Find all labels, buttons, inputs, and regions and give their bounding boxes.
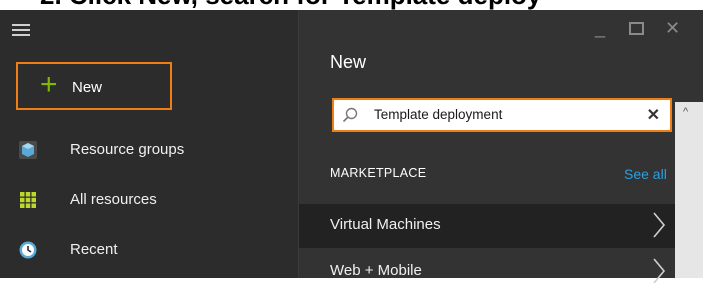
sidebar-item-label: Resource groups: [70, 141, 185, 158]
new-blade: _ ✕ New Template deployment ✕ MARKETPLAC…: [299, 10, 703, 284]
sidebar-item-label: Recent: [70, 241, 118, 258]
azure-portal: + New Resource groups All resources Rece…: [0, 10, 703, 284]
list-item-label: Virtual Machines: [330, 216, 441, 233]
sidebar: + New Resource groups All resources Rece…: [0, 10, 299, 278]
section-header-marketplace: MARKETPLACE: [330, 166, 427, 180]
list-item-label: Web + Mobile: [330, 262, 422, 279]
sidebar-item-resource-groups[interactable]: Resource groups: [18, 138, 288, 164]
search-input[interactable]: Template deployment ✕: [332, 98, 672, 132]
chevron-right-icon: [653, 212, 666, 238]
search-icon: [342, 107, 358, 123]
new-button[interactable]: + New: [16, 62, 172, 110]
instruction-caption: 2. Click New, search for Template deploy: [0, 0, 703, 10]
see-all-link[interactable]: See all: [624, 166, 667, 182]
blade-title: New: [330, 52, 367, 72]
list-item-web-mobile[interactable]: Web + Mobile: [299, 250, 675, 294]
search-value: Template deployment: [374, 107, 503, 122]
plus-icon: +: [40, 68, 58, 101]
chevron-right-icon: [653, 258, 666, 284]
new-button-label: New: [72, 79, 103, 96]
minimize-icon[interactable]: _: [595, 18, 605, 39]
resource-groups-icon: [19, 141, 37, 159]
maximize-icon[interactable]: [629, 22, 644, 35]
sidebar-item-label: All resources: [70, 191, 157, 208]
list-item-virtual-machines[interactable]: Virtual Machines: [299, 204, 675, 248]
clear-search-icon[interactable]: ✕: [647, 105, 660, 125]
sidebar-item-recent[interactable]: Recent: [18, 238, 288, 264]
sidebar-item-all-resources[interactable]: All resources: [18, 188, 288, 214]
scroll-up-arrow-icon[interactable]: ^: [683, 106, 688, 118]
recent-icon: [19, 241, 37, 259]
hamburger-menu-icon[interactable]: [12, 24, 30, 36]
all-resources-icon: [20, 192, 36, 208]
caption-text: 2. Click New, search for Template deploy: [40, 0, 541, 10]
close-icon[interactable]: ✕: [665, 18, 680, 39]
scrollbar[interactable]: ^: [675, 102, 703, 278]
